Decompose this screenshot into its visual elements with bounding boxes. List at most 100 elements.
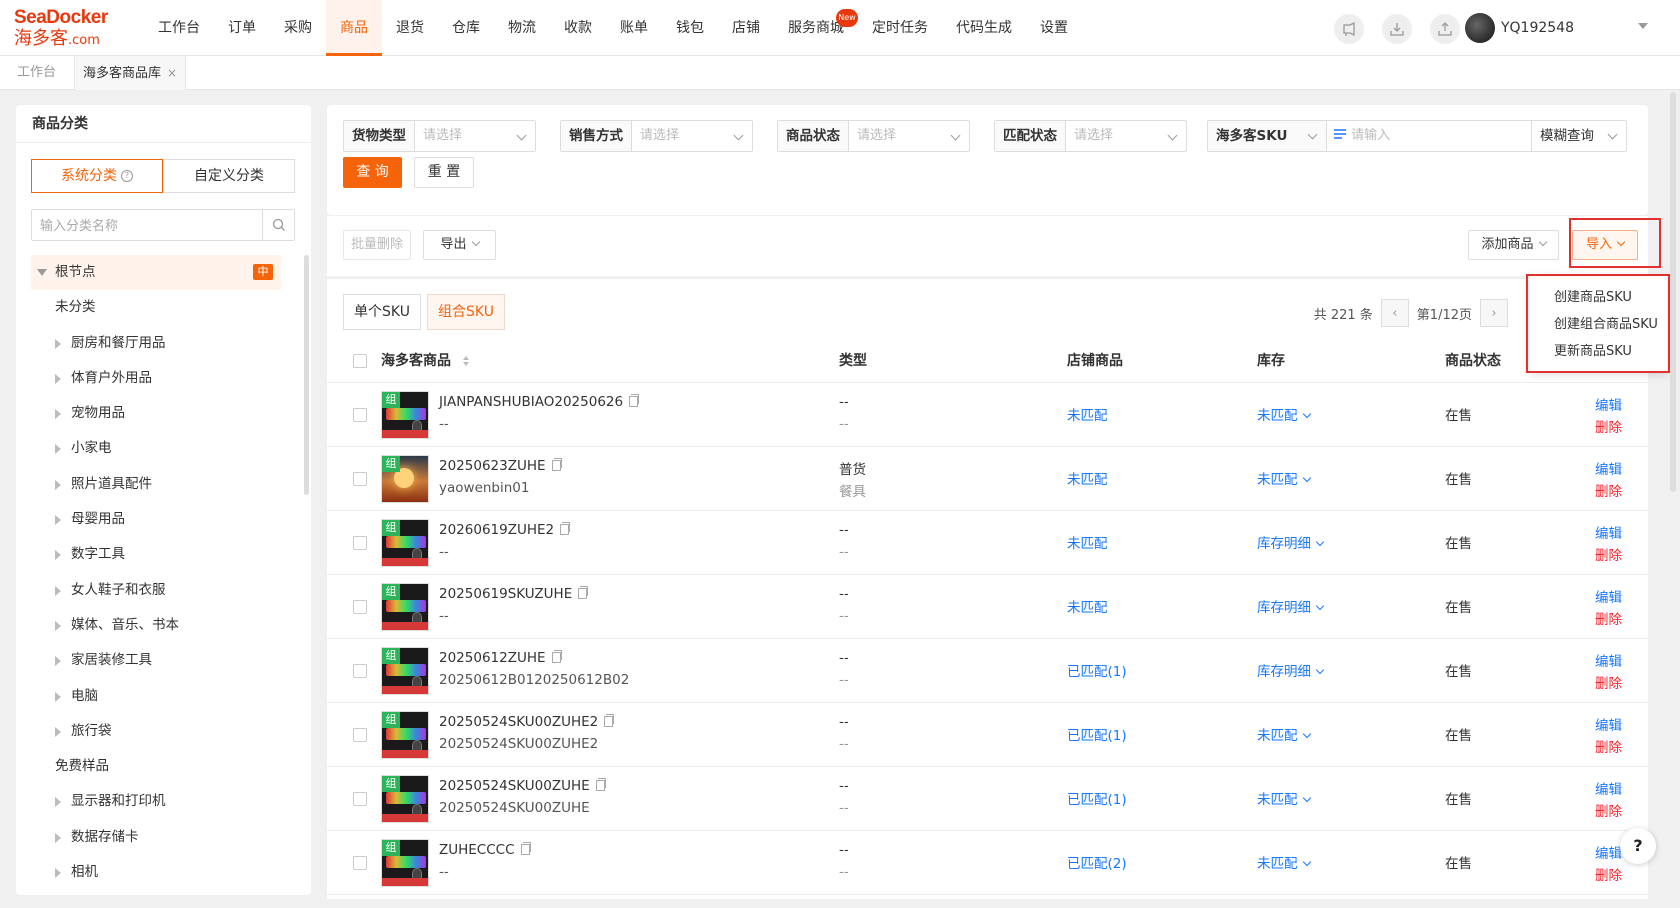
next-page-icon[interactable]: › — [1480, 299, 1508, 327]
tree-item[interactable]: 宠物用品 — [31, 396, 281, 431]
caret-down-icon[interactable] — [37, 269, 47, 276]
query-button[interactable]: 查 询 — [343, 157, 402, 188]
product-thumbnail[interactable]: 组 — [381, 519, 429, 567]
user-dropdown-caret-icon[interactable] — [1638, 23, 1648, 29]
edit-link[interactable]: 编辑 — [1595, 778, 1622, 798]
upload-icon[interactable] — [1430, 14, 1460, 44]
copy-icon[interactable] — [551, 650, 562, 663]
store-match-link[interactable]: 已匹配(1) — [1067, 724, 1127, 744]
delete-link[interactable]: 删除 — [1595, 544, 1622, 564]
tree-item[interactable]: 照片道具配件 — [31, 467, 281, 502]
caret-right-icon[interactable] — [55, 691, 61, 702]
nav-item-10[interactable]: 店铺 — [718, 0, 774, 56]
edit-link[interactable]: 编辑 — [1595, 714, 1622, 734]
sku-field-select[interactable]: 海多客SKU — [1208, 121, 1327, 151]
row-checkbox[interactable] — [353, 472, 367, 486]
nav-item-3[interactable]: 商品 — [326, 0, 382, 56]
product-thumbnail[interactable]: 组 — [381, 455, 429, 503]
caret-right-icon[interactable] — [55, 620, 61, 631]
nav-item-4[interactable]: 退货 — [382, 0, 438, 56]
tree-item[interactable]: 免费样品 — [31, 749, 281, 784]
tree-item[interactable]: 电脑 — [31, 679, 281, 714]
product-thumbnail[interactable]: 组 — [381, 839, 429, 887]
help-button[interactable]: ? — [1620, 828, 1656, 864]
caret-right-icon[interactable] — [55, 656, 61, 667]
row-checkbox[interactable] — [353, 664, 367, 678]
status-select[interactable]: 请选择 — [849, 121, 969, 151]
caret-right-icon[interactable] — [55, 868, 61, 879]
caret-right-icon[interactable] — [55, 726, 61, 737]
tree-item[interactable]: 厨房和餐厅用品 — [31, 326, 281, 361]
store-match-link[interactable]: 未匹配 — [1067, 596, 1108, 616]
tree-item[interactable]: 媒体、音乐、书本 — [31, 608, 281, 643]
store-match-link[interactable]: 未匹配 — [1067, 404, 1108, 424]
nav-item-13[interactable]: 代码生成 — [942, 0, 1026, 56]
tree-item[interactable]: 家居装修工具 — [31, 643, 281, 678]
stock-link[interactable]: 库存明细 — [1257, 596, 1325, 616]
tab-single-sku[interactable]: 单个SKU — [343, 294, 421, 330]
stock-link[interactable]: 未匹配 — [1257, 788, 1311, 808]
batch-delete-button[interactable]: 批量删除 — [343, 230, 411, 260]
caret-right-icon[interactable] — [55, 338, 61, 349]
col-product[interactable]: 海多客商品 — [381, 339, 470, 383]
tree-item[interactable]: 小家电 — [31, 431, 281, 466]
prev-page-icon[interactable]: ‹ — [1380, 299, 1409, 327]
user-menu[interactable]: YQ192548 — [1464, 13, 1574, 43]
caret-right-icon[interactable] — [55, 797, 61, 808]
sale-mode-filter[interactable]: 销售方式 请选择 — [560, 120, 753, 152]
product-thumbnail[interactable]: 组 — [381, 711, 429, 759]
edit-link[interactable]: 编辑 — [1595, 394, 1622, 414]
tree-item[interactable]: 旅行袋 — [31, 714, 281, 749]
match-select[interactable]: 请选择 — [1066, 121, 1186, 151]
system-category-button[interactable]: 系统分类? — [31, 159, 163, 193]
sale-mode-select[interactable]: 请选择 — [632, 121, 752, 151]
store-match-link[interactable]: 未匹配 — [1067, 532, 1108, 552]
caret-right-icon[interactable] — [55, 373, 61, 384]
category-scrollbar[interactable] — [304, 255, 309, 495]
copy-icon[interactable] — [551, 458, 562, 471]
caret-right-icon[interactable] — [55, 832, 61, 843]
row-checkbox[interactable] — [353, 728, 367, 742]
nav-item-8[interactable]: 账单 — [606, 0, 662, 56]
stock-link[interactable]: 库存明细 — [1257, 660, 1325, 680]
nav-item-7[interactable]: 收款 — [550, 0, 606, 56]
nav-item-1[interactable]: 订单 — [214, 0, 270, 56]
tree-item[interactable]: 相机 — [31, 855, 281, 890]
stock-link[interactable]: 未匹配 — [1257, 724, 1311, 744]
nav-item-9[interactable]: 钱包 — [662, 0, 718, 56]
caret-right-icon[interactable] — [55, 444, 61, 455]
product-thumbnail[interactable]: 组 — [381, 775, 429, 823]
stock-link[interactable]: 库存明细 — [1257, 532, 1325, 552]
row-checkbox[interactable] — [353, 408, 367, 422]
caret-right-icon[interactable] — [55, 479, 61, 490]
edit-link[interactable]: 编辑 — [1595, 586, 1622, 606]
close-icon[interactable]: × — [167, 66, 177, 80]
caret-right-icon[interactable] — [55, 515, 61, 526]
goods-type-filter[interactable]: 货物类型 请选择 — [343, 120, 536, 152]
search-icon[interactable] — [262, 210, 294, 240]
stock-link[interactable]: 未匹配 — [1257, 404, 1311, 424]
nav-item-2[interactable]: 采购 — [270, 0, 326, 56]
tree-item[interactable]: 未分类 — [31, 290, 281, 325]
goods-type-select[interactable]: 请选择 — [415, 121, 535, 151]
row-checkbox[interactable] — [353, 792, 367, 806]
page-scrollbar[interactable] — [1670, 92, 1676, 492]
announcement-icon[interactable] — [1334, 14, 1364, 44]
delete-link[interactable]: 删除 — [1595, 608, 1622, 628]
caret-right-icon[interactable] — [55, 409, 61, 420]
row-checkbox[interactable] — [353, 856, 367, 870]
tree-item[interactable]: 女人鞋子和衣服 — [31, 573, 281, 608]
download-icon[interactable] — [1382, 14, 1412, 44]
caret-right-icon[interactable] — [55, 585, 61, 596]
copy-icon[interactable] — [520, 842, 531, 855]
tree-item[interactable]: 数字工具 — [31, 537, 281, 572]
select-all-checkbox[interactable] — [353, 354, 367, 368]
reset-button[interactable]: 重 置 — [414, 157, 474, 188]
tree-item[interactable]: 母婴用品 — [31, 502, 281, 537]
status-filter[interactable]: 商品状态 请选择 — [777, 120, 970, 152]
copy-icon[interactable] — [560, 522, 571, 535]
row-checkbox[interactable] — [353, 600, 367, 614]
category-search-input[interactable] — [32, 210, 262, 240]
copy-icon[interactable] — [629, 394, 640, 407]
copy-icon[interactable] — [595, 778, 606, 791]
